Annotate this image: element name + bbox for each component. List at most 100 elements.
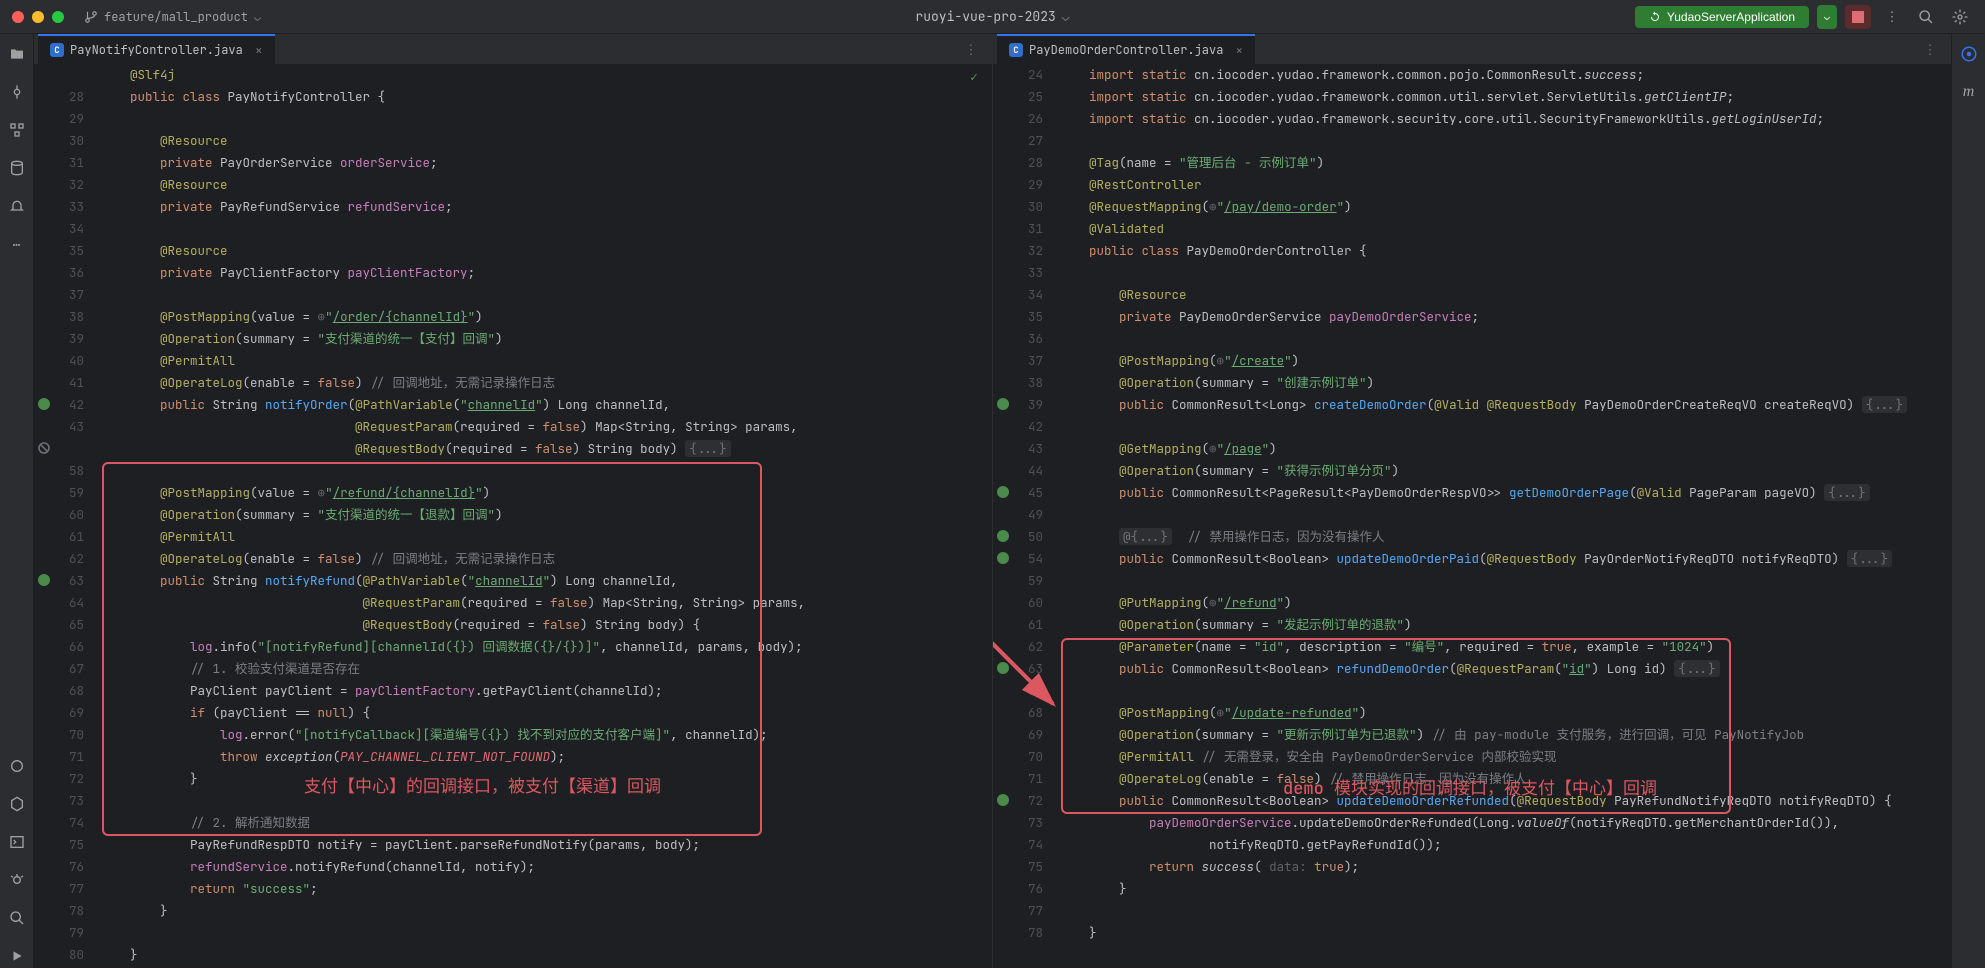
code-line[interactable]: 72 } xyxy=(34,768,992,790)
code-text[interactable]: } xyxy=(96,900,992,922)
code-line[interactable]: 60 @Operation(summary = "支付渠道的统一【退款】回调") xyxy=(34,504,992,526)
line-number[interactable]: 25 xyxy=(993,86,1055,108)
code-text[interactable]: @RequestParam(required = false) Map<Stri… xyxy=(96,592,992,614)
line-number[interactable]: 73 xyxy=(34,790,96,812)
code-text[interactable]: @Validated xyxy=(1055,218,1951,240)
code-text[interactable]: import static cn.iocoder.yudao.framework… xyxy=(1055,108,1951,130)
code-line[interactable]: 28 @Tag(name = "管理后台 - 示例订单") xyxy=(993,152,1951,174)
line-number[interactable]: 78 xyxy=(34,900,96,922)
code-text[interactable]: payDemoOrderService.updateDemoOrderRefun… xyxy=(1055,812,1951,834)
code-line[interactable]: 37 xyxy=(34,284,992,306)
code-text[interactable]: @Operation(summary = "创建示例订单") xyxy=(1055,372,1951,394)
line-number[interactable]: 30 xyxy=(993,196,1055,218)
services-tool-button[interactable] xyxy=(4,792,30,816)
code-text[interactable]: return success( data: true); xyxy=(1055,856,1951,878)
line-number[interactable]: 31 xyxy=(993,218,1055,240)
code-line[interactable]: 74 // 2. 解析通知数据 xyxy=(34,812,992,834)
code-line[interactable]: 63 public String notifyRefund(@PathVaria… xyxy=(34,570,992,592)
line-number[interactable]: 26 xyxy=(993,108,1055,130)
code-text[interactable]: @GetMapping(⊕"/page") xyxy=(1055,438,1951,460)
code-line[interactable]: 73 xyxy=(34,790,992,812)
line-number[interactable]: 38 xyxy=(34,306,96,328)
tab-paynotifycontroller[interactable]: C PayNotifyController.java × xyxy=(38,34,275,64)
code-text[interactable]: } xyxy=(96,768,992,790)
line-number[interactable]: 69 xyxy=(34,702,96,724)
line-number[interactable]: 61 xyxy=(34,526,96,548)
run-gutter-icon[interactable] xyxy=(997,794,1009,806)
code-text[interactable]: @RequestBody(required = false) String bo… xyxy=(96,438,992,460)
line-number[interactable]: 70 xyxy=(34,724,96,746)
code-text[interactable]: PayRefundRespDTO notify = payClient.pars… xyxy=(96,834,992,856)
code-text[interactable] xyxy=(1055,680,1951,702)
code-text[interactable]: @Tag(name = "管理后台 - 示例订单") xyxy=(1055,152,1951,174)
tab-menu-button[interactable]: ⋮ xyxy=(1917,37,1943,61)
line-number[interactable]: 45 xyxy=(993,482,1055,504)
code-text[interactable] xyxy=(1055,900,1951,922)
code-text[interactable]: public String notifyRefund(@PathVariable… xyxy=(96,570,992,592)
code-line[interactable]: 69 @Operation(summary = "更新示例订单为已退款") //… xyxy=(993,724,1951,746)
line-number[interactable]: 73 xyxy=(993,812,1055,834)
code-line[interactable]: 26 import static cn.iocoder.yudao.framew… xyxy=(993,108,1951,130)
code-text[interactable]: public CommonResult<PageResult<PayDemoOr… xyxy=(1055,482,1951,504)
code-line[interactable]: 30 @Resource xyxy=(34,130,992,152)
line-number[interactable]: 71 xyxy=(34,746,96,768)
code-text[interactable]: public CommonResult<Boolean> refundDemoO… xyxy=(1055,658,1951,680)
line-number[interactable]: 33 xyxy=(993,262,1055,284)
code-line[interactable]: 50 @{...} // 禁用操作日志，因为没有操作人 xyxy=(993,526,1951,548)
code-line[interactable]: 76 } xyxy=(993,878,1951,900)
code-text[interactable]: @OperateLog(enable = false) // 禁用操作日志，因为… xyxy=(1055,768,1951,790)
tab-paydemoordercontroller[interactable]: C PayDemoOrderController.java × xyxy=(997,34,1255,64)
code-line[interactable]: 79 xyxy=(34,922,992,944)
terminal-tool-button[interactable] xyxy=(4,830,30,854)
run-config-button[interactable]: YudaoServerApplication xyxy=(1635,6,1809,28)
stop-button[interactable] xyxy=(1845,5,1871,29)
code-line[interactable]: 42 xyxy=(993,416,1951,438)
close-tab-icon[interactable]: × xyxy=(255,42,263,59)
code-line[interactable]: 33 xyxy=(993,262,1951,284)
line-number[interactable]: 77 xyxy=(34,878,96,900)
line-number[interactable]: 71 xyxy=(993,768,1055,790)
line-number[interactable]: 37 xyxy=(34,284,96,306)
notifications-tool-button[interactable] xyxy=(4,194,30,218)
line-number[interactable]: 24 xyxy=(993,64,1055,86)
line-number[interactable]: 42 xyxy=(993,416,1055,438)
code-line[interactable]: 40 @PermitAll xyxy=(34,350,992,372)
code-line[interactable]: 43 @RequestParam(required = false) Map<S… xyxy=(34,416,992,438)
code-text[interactable] xyxy=(1055,262,1951,284)
code-line[interactable]: 29 xyxy=(34,108,992,130)
code-line[interactable]: 67 xyxy=(993,680,1951,702)
project-tool-button[interactable] xyxy=(4,42,30,66)
code-line[interactable]: 39 public CommonResult<Long> createDemoO… xyxy=(993,394,1951,416)
line-number[interactable]: 49 xyxy=(993,504,1055,526)
code-line[interactable]: 73 payDemoOrderService.updateDemoOrderRe… xyxy=(993,812,1951,834)
line-number[interactable]: 29 xyxy=(993,174,1055,196)
structure-tool-button[interactable] xyxy=(4,118,30,142)
code-line[interactable]: 60 @PutMapping(⊕"/refund") xyxy=(993,592,1951,614)
code-text[interactable]: public class PayNotifyController { xyxy=(96,86,992,108)
code-line[interactable]: 71 throw exception(PAY_CHANNEL_CLIENT_NO… xyxy=(34,746,992,768)
code-line[interactable]: 39 @Operation(summary = "支付渠道的统一【支付】回调") xyxy=(34,328,992,350)
line-number[interactable]: 74 xyxy=(34,812,96,834)
code-line[interactable]: 61 @PermitAll xyxy=(34,526,992,548)
line-number[interactable]: 32 xyxy=(993,240,1055,262)
line-number[interactable]: 35 xyxy=(993,306,1055,328)
code-text[interactable]: @Resource xyxy=(1055,284,1951,306)
code-text[interactable]: @OperateLog(enable = false) // 回调地址，无需记录… xyxy=(96,372,992,394)
line-number[interactable]: 34 xyxy=(993,284,1055,306)
code-text[interactable]: @PermitAll xyxy=(96,526,992,548)
code-line[interactable]: 54 public CommonResult<Boolean> updateDe… xyxy=(993,548,1951,570)
code-text[interactable] xyxy=(96,108,992,130)
code-line[interactable]: 36 private PayClientFactory payClientFac… xyxy=(34,262,992,284)
line-number[interactable]: 76 xyxy=(993,878,1055,900)
code-text[interactable]: log.info("[notifyRefund][channelId({}) 回… xyxy=(96,636,992,658)
build-tool-button[interactable] xyxy=(4,754,30,778)
run-gutter-icon[interactable] xyxy=(997,552,1009,564)
code-line[interactable]: 80 } xyxy=(34,944,992,966)
line-number[interactable]: 50 xyxy=(993,526,1055,548)
code-line[interactable]: 38 @Operation(summary = "创建示例订单") xyxy=(993,372,1951,394)
code-text[interactable]: @PostMapping(value = ⊕"/refund/{channelI… xyxy=(96,482,992,504)
line-number[interactable]: 34 xyxy=(34,218,96,240)
code-text[interactable] xyxy=(1055,570,1951,592)
code-text[interactable] xyxy=(1055,328,1951,350)
code-text[interactable]: public CommonResult<Boolean> updateDemoO… xyxy=(1055,790,1951,812)
